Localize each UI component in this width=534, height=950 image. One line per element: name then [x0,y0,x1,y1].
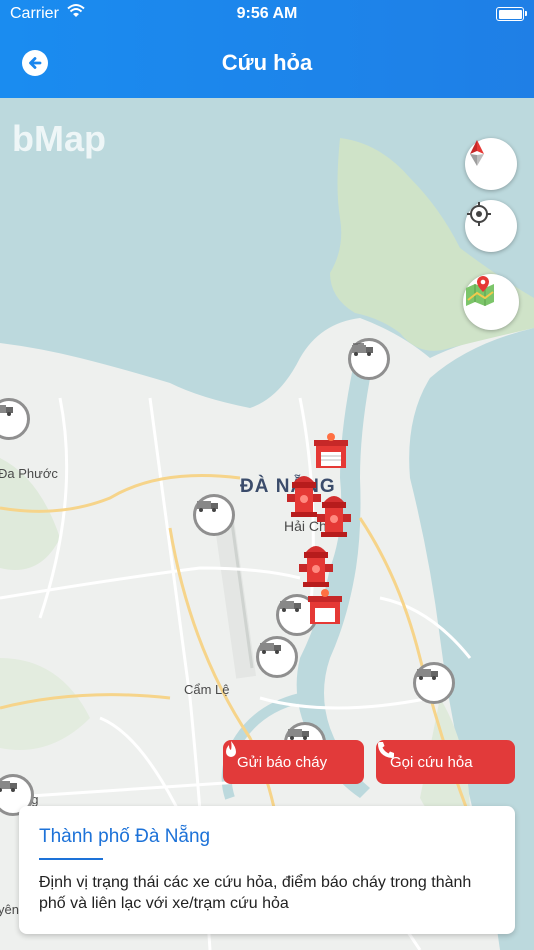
map-type-button[interactable] [463,274,519,330]
fire-truck-icon [0,781,17,792]
call-fire-label: Gọi cứu hỏa [390,753,473,771]
fire-hydrant-icon [317,496,351,537]
compass-button[interactable] [465,138,517,190]
flame-icon [226,741,236,757]
map-label-cam-le: Cẩm Lệ [184,682,230,697]
city-description: Định vị trạng thái các xe cứu hỏa, điểm … [39,874,472,912]
phone-icon [378,742,394,758]
status-bar: Carrier 9:56 AM [0,0,534,28]
my-location-button[interactable] [465,200,517,252]
city-title: Thành phố Đà Nẵng [39,826,211,847]
report-fire-button[interactable]: Gửi báo cháy [223,740,364,784]
fire-truck-marker[interactable] [193,494,235,536]
fire-truck-icon [280,601,301,612]
city-info-card: Thành phố Đà Nẵng Định vị trạng thái các… [19,806,515,934]
call-fire-button[interactable]: Gọi cứu hỏa [376,740,515,784]
map-layers-icon [466,276,494,306]
fire-truck-marker[interactable] [256,636,298,678]
fire-truck-marker[interactable] [348,338,390,380]
map-label-yen: yên [0,902,19,917]
fire-truck-icon [197,501,218,512]
fire-truck-icon [260,643,281,654]
clock: 9:56 AM [236,5,298,22]
title-underline [39,858,103,860]
fire-station-icon [314,433,348,468]
fire-truck-icon [352,343,373,356]
fire-truck-icon [0,405,13,416]
fire-station-icon [308,589,342,624]
report-fire-label: Gửi báo cháy [237,753,328,771]
fire-truck-icon [417,669,438,680]
battery-icon [496,7,527,21]
map-watermark: bMap [12,118,106,159]
compass-icon [470,140,484,166]
page-title: Cứu hỏa [221,50,313,75]
fire-truck-marker[interactable] [413,662,455,704]
crosshair-icon [467,202,491,226]
fire-hydrant-icon [299,546,333,587]
app-header: Carrier 9:56 AM Cứu hỏa [0,0,534,98]
map-label-da-phuoc: Đa Phước [0,466,58,481]
fire-truck-icon [288,729,309,740]
